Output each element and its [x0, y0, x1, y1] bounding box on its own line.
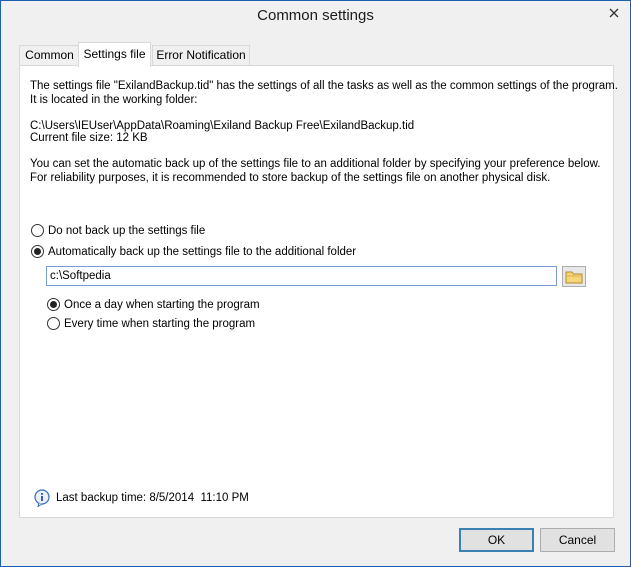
radio-circle: [31, 224, 44, 237]
intro-text-line1: The settings file "ExilandBackup.tid" ha…: [30, 80, 618, 92]
info-icon: [34, 489, 50, 507]
file-size-text: Current file size: 12 KB: [30, 132, 148, 144]
last-backup-time: Last backup time: 8/5/2014 11:10 PM: [56, 492, 249, 504]
folder-icon: [565, 271, 583, 283]
radio-once-a-day[interactable]: Once a day when starting the program: [47, 298, 260, 311]
radio-auto-backup-label: Automatically back up the settings file …: [48, 245, 357, 258]
radio-once-a-day-label: Once a day when starting the program: [64, 298, 260, 311]
close-icon: [609, 8, 619, 18]
browse-folder-button[interactable]: [562, 266, 586, 287]
auto-backup-text-line1: You can set the automatic back up of the…: [30, 158, 601, 170]
title-bar: Common settings: [1, 1, 630, 32]
radio-circle: [47, 317, 60, 330]
common-settings-window: Common settings Common Settings file Err…: [0, 0, 631, 567]
radio-every-time[interactable]: Every time when starting the program: [47, 317, 255, 330]
backup-folder-input[interactable]: [46, 266, 557, 286]
last-backup-row: Last backup time: 8/5/2014 11:10 PM: [34, 489, 249, 507]
radio-no-backup[interactable]: Do not back up the settings file: [31, 224, 205, 237]
radio-circle-selected: [47, 298, 60, 311]
radio-auto-backup[interactable]: Automatically back up the settings file …: [31, 245, 356, 258]
cancel-button[interactable]: Cancel: [540, 528, 615, 552]
ok-button[interactable]: OK: [459, 528, 534, 552]
radio-no-backup-label: Do not back up the settings file: [48, 224, 206, 237]
auto-backup-text-line2: For reliability purposes, it is recommen…: [30, 172, 551, 184]
intro-text-line2: It is located in the working folder:: [30, 94, 198, 106]
close-button[interactable]: [602, 3, 626, 23]
tab-error-notification[interactable]: Error Notification: [152, 45, 250, 66]
tab-common[interactable]: Common: [19, 45, 80, 66]
window-title: Common settings: [257, 7, 374, 24]
radio-circle-selected: [31, 245, 44, 258]
radio-every-time-label: Every time when starting the program: [64, 317, 256, 330]
settings-file-panel: The settings file "ExilandBackup.tid" ha…: [19, 65, 618, 518]
tab-settings-file[interactable]: Settings file: [78, 42, 151, 67]
